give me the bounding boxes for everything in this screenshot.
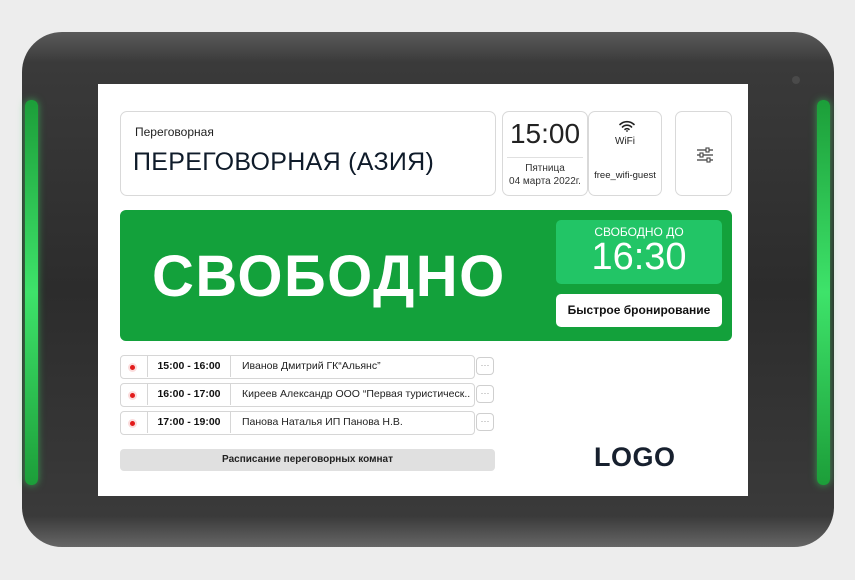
room-card: Переговорная ПЕРЕГОВОРНАЯ (АЗИЯ) xyxy=(120,111,496,196)
wifi-card[interactable]: WiFi free_wifi-guest xyxy=(588,111,662,196)
room-status: СВОБОДНО xyxy=(152,244,506,309)
schedule-organizer: Киреев Александр ООО “Первая туристическ… xyxy=(242,388,470,400)
schedule-time: 17:00 - 19:00 xyxy=(157,416,221,428)
status-led-right xyxy=(817,100,830,485)
divider xyxy=(507,157,583,158)
current-time: 15:00 xyxy=(509,118,581,149)
wifi-ssid: free_wifi-guest xyxy=(594,170,656,181)
comment-icon[interactable]: ··· xyxy=(476,385,494,403)
schedule-time: 16:00 - 17:00 xyxy=(157,388,221,400)
settings-button[interactable] xyxy=(675,111,732,196)
free-until-time: 16:30 xyxy=(591,236,687,278)
schedule-organizer: Панова Наталья ИП Панова Н.В. xyxy=(242,416,403,428)
room-label: Переговорная xyxy=(135,125,214,139)
company-logo: LOGO xyxy=(594,442,676,472)
current-date: 04 марта 2022г. xyxy=(509,176,581,187)
comment-icon[interactable]: ··· xyxy=(476,357,494,375)
wifi-label: WiFi xyxy=(615,136,635,147)
free-until-box: СВОБОДНО ДО 16:30 xyxy=(556,220,722,284)
busy-dot-icon xyxy=(130,421,135,426)
divider xyxy=(230,355,231,377)
quick-book-button[interactable]: Быстрое бронирование xyxy=(556,294,722,327)
rooms-schedule-button[interactable]: Расписание переговорных комнат xyxy=(120,449,495,471)
camera xyxy=(792,76,800,84)
divider xyxy=(230,383,231,405)
comment-icon[interactable]: ··· xyxy=(476,413,494,431)
schedule-row[interactable]: 17:00 - 19:00 Панова Наталья ИП Панова Н… xyxy=(120,411,495,435)
divider xyxy=(230,411,231,433)
room-name: ПЕРЕГОВОРНАЯ (АЗИЯ) xyxy=(133,148,435,176)
screen: Переговорная ПЕРЕГОВОРНАЯ (АЗИЯ) 15:00 П… xyxy=(98,84,748,496)
schedule-row[interactable]: 16:00 - 17:00 Киреев Александр ООО “Перв… xyxy=(120,383,495,407)
wifi-icon xyxy=(619,120,635,132)
clock-card: 15:00 Пятница 04 марта 2022г. xyxy=(502,111,588,196)
status-panel: СВОБОДНО СВОБОДНО ДО 16:30 Быстрое брони… xyxy=(120,210,732,341)
schedule-row[interactable]: 15:00 - 16:00 Иванов Дмитрий ГК“Альянс” … xyxy=(120,355,495,379)
schedule-time: 15:00 - 16:00 xyxy=(157,360,221,372)
busy-dot-icon xyxy=(130,393,135,398)
busy-dot-icon xyxy=(130,365,135,370)
schedule-organizer: Иванов Дмитрий ГК“Альянс” xyxy=(242,360,381,372)
current-day: Пятница xyxy=(525,163,565,174)
status-led-left xyxy=(25,100,38,485)
sliders-icon xyxy=(697,147,713,163)
